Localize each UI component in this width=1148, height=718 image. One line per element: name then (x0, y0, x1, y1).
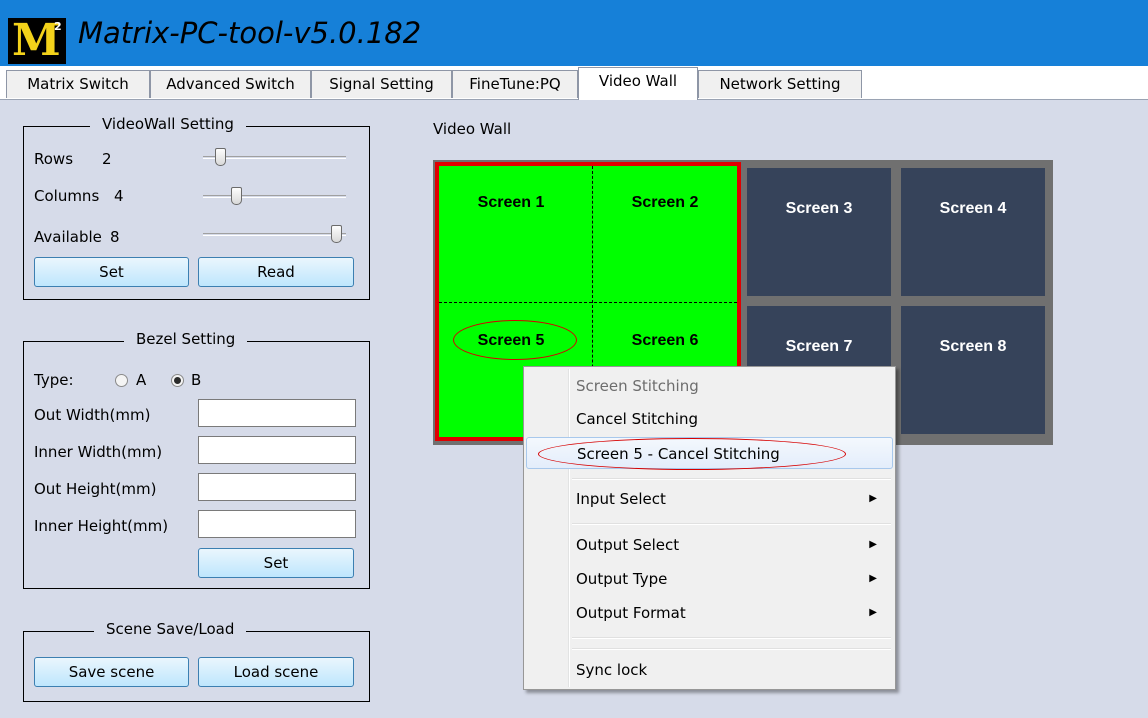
available-value: 8 (110, 228, 120, 246)
available-slider-track (203, 233, 346, 236)
menu-item-sync-lock[interactable]: Sync lock (526, 654, 893, 686)
tab-signal-setting[interactable]: Signal Setting (311, 70, 452, 98)
menu-item-output-select[interactable]: Output Select ▶ (526, 529, 893, 561)
screen-4[interactable]: Screen 4 (901, 168, 1045, 296)
title-bar: M 2 Matrix-PC-tool-v5.0.182 (0, 0, 1148, 66)
load-scene-button[interactable]: Load scene (198, 657, 354, 687)
inner-height-input[interactable] (198, 510, 356, 538)
submenu-arrow-icon: ▶ (869, 539, 877, 550)
type-b-label: B (191, 371, 202, 389)
out-height-input[interactable] (198, 473, 356, 501)
tab-bar: Matrix Switch Advanced Switch Signal Set… (0, 66, 1148, 100)
columns-slider[interactable] (203, 187, 346, 207)
inner-width-input[interactable] (198, 436, 356, 464)
rows-slider-thumb[interactable] (215, 148, 226, 166)
menu-separator (572, 478, 891, 480)
stitch-divider-horizontal (439, 302, 737, 303)
screen-5-highlight-ellipse (453, 320, 577, 360)
menu-item-input-select[interactable]: Input Select ▶ (526, 483, 893, 515)
video-wall-title: Video Wall (433, 120, 512, 138)
menu-item-cancel-stitching[interactable]: Cancel Stitching (526, 403, 893, 435)
out-width-input[interactable] (198, 399, 356, 427)
screen-6[interactable]: Screen 6 (593, 332, 737, 350)
rows-slider[interactable] (203, 148, 346, 168)
menu-item-output-format-label: Output Format (576, 604, 686, 622)
menu-separator (572, 648, 891, 650)
menu-item-input-select-label: Input Select (576, 490, 666, 508)
app-logo: M 2 (8, 18, 66, 64)
bezel-setting-title: Bezel Setting (124, 330, 248, 348)
available-label: Available (34, 228, 102, 246)
rows-value: 2 (102, 150, 112, 168)
menu-item-output-type[interactable]: Output Type ▶ (526, 563, 893, 595)
menu-item-output-select-label: Output Select (576, 536, 680, 554)
submenu-arrow-icon: ▶ (869, 573, 877, 584)
menu-item-screen-stitching: Screen Stitching (576, 377, 699, 395)
videowall-setting-title: VideoWall Setting (90, 115, 246, 133)
videowall-read-button[interactable]: Read (198, 257, 354, 287)
screen-2[interactable]: Screen 2 (593, 194, 737, 212)
columns-label: Columns (34, 187, 100, 205)
screen-1[interactable]: Screen 1 (439, 194, 583, 212)
type-label: Type: (34, 371, 74, 389)
save-scene-button[interactable]: Save scene (34, 657, 189, 687)
submenu-arrow-icon: ▶ (869, 493, 877, 504)
type-a-radio[interactable] (115, 374, 128, 387)
columns-value: 4 (114, 187, 124, 205)
menu-item-output-format[interactable]: Output Format ▶ (526, 597, 893, 629)
cancel-stitching-highlight-ellipse (538, 438, 846, 470)
logo-superscript: 2 (54, 20, 62, 33)
menu-separator (572, 523, 891, 525)
tab-matrix-switch[interactable]: Matrix Switch (6, 70, 150, 98)
screen-3[interactable]: Screen 3 (747, 168, 891, 296)
app-title: Matrix-PC-tool-v5.0.182 (78, 16, 422, 50)
menu-item-output-type-label: Output Type (576, 570, 668, 588)
tab-video-wall[interactable]: Video Wall (578, 67, 698, 100)
submenu-arrow-icon: ▶ (869, 607, 877, 618)
bezel-set-button[interactable]: Set (198, 548, 354, 578)
menu-separator (572, 637, 891, 639)
screen-8[interactable]: Screen 8 (901, 306, 1045, 434)
available-slider-thumb[interactable] (331, 225, 342, 243)
tab-finetune-pq[interactable]: FineTune:PQ (452, 70, 578, 98)
tab-network-setting[interactable]: Network Setting (698, 70, 862, 98)
type-b-radio[interactable] (171, 374, 184, 387)
out-width-label: Out Width(mm) (34, 406, 151, 424)
columns-slider-track (203, 195, 346, 198)
inner-height-label: Inner Height(mm) (34, 517, 169, 535)
out-height-label: Out Height(mm) (34, 480, 157, 498)
tab-advanced-switch[interactable]: Advanced Switch (150, 70, 311, 98)
scene-title: Scene Save/Load (94, 620, 247, 638)
context-menu: Screen Stitching Cancel Stitching Screen… (523, 366, 896, 690)
rows-label: Rows (34, 150, 74, 168)
available-slider[interactable] (203, 225, 346, 245)
type-a-label: A (136, 371, 147, 389)
columns-slider-thumb[interactable] (231, 187, 242, 205)
videowall-set-button[interactable]: Set (34, 257, 189, 287)
inner-width-label: Inner Width(mm) (34, 443, 163, 461)
